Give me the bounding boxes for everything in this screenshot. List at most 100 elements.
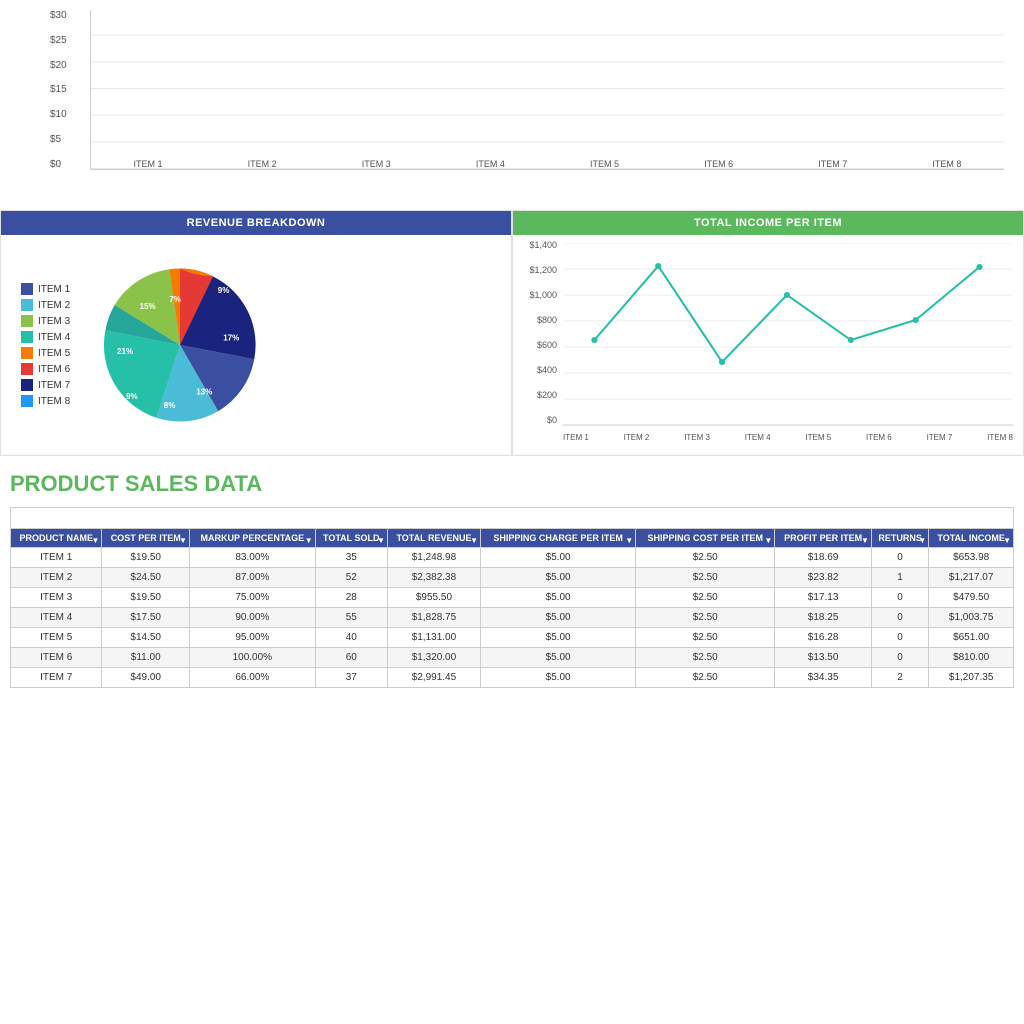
- bar-item8: ITEM 8: [890, 155, 1004, 169]
- line-dot-7: [976, 264, 982, 270]
- filter-arrow-6: ▼: [625, 536, 633, 545]
- pie-label-7: 9%: [126, 392, 138, 401]
- filter-arrow-9: ▼: [918, 536, 926, 545]
- table-cell: $18.25: [775, 608, 872, 628]
- col-total-revenue[interactable]: TOTAL REVENUE▼: [387, 529, 480, 548]
- col-total-sold[interactable]: TOTAL SOLD▼: [315, 529, 387, 548]
- table-cell: $1,248.98: [387, 548, 480, 568]
- legend-item-6: ITEM 6: [21, 363, 70, 375]
- line-dot-2: [655, 263, 661, 269]
- table-row: ITEM 2$24.5087.00%52$2,382.38$5.00$2.50$…: [11, 568, 1014, 588]
- pie-svg: 9% 17% 13% 8% 9% 21% 15% 7%: [90, 255, 270, 435]
- table-cell: 0: [871, 628, 928, 648]
- table-cell: 83.00%: [189, 548, 315, 568]
- col-total-income[interactable]: TOTAL INCOME▼: [929, 529, 1014, 548]
- legend-item-4: ITEM 4: [21, 331, 70, 343]
- table-cell: $5.00: [481, 668, 636, 688]
- legend-color-1: [21, 283, 33, 295]
- line-dot-3: [719, 359, 725, 365]
- legend-item-7: ITEM 7: [21, 379, 70, 391]
- col-shipping-charge[interactable]: SHIPPING CHARGE PER ITEM▼: [481, 529, 636, 548]
- bar-chart-section: $0 $5 $10 $15 $20 $25 $30 ITEM 1 ITEM 2 …: [0, 0, 1024, 210]
- table-cell: $653.98: [929, 548, 1014, 568]
- table-cell: $2.50: [636, 568, 775, 588]
- total-income-title: TOTAL INCOME PER ITEM: [513, 211, 1023, 235]
- table-cell: $2.50: [636, 608, 775, 628]
- bar-item1: ITEM 1: [91, 155, 205, 169]
- table-cell: 28: [315, 588, 387, 608]
- col-profit-per-item[interactable]: PROFIT PER ITEM▼: [775, 529, 872, 548]
- table-cell: ITEM 2: [11, 568, 102, 588]
- filter-arrow-8: ▼: [861, 536, 869, 545]
- table-cell: 100.00%: [189, 648, 315, 668]
- table-cell: ITEM 5: [11, 628, 102, 648]
- revenue-content: ITEM 1 ITEM 2 ITEM 3 ITEM 4 ITEM 5: [1, 235, 511, 455]
- pie-label-2: 7%: [169, 295, 181, 304]
- table-cell: $5.00: [481, 588, 636, 608]
- y-label-0: $0: [50, 159, 85, 170]
- table-cell: 40: [315, 628, 387, 648]
- table-cell: 37: [315, 668, 387, 688]
- table-cell: 0: [871, 608, 928, 628]
- table-cell: $2.50: [636, 548, 775, 568]
- col-returns[interactable]: RETURNS▼: [871, 529, 928, 548]
- y-label-30: $30: [50, 10, 85, 21]
- table-cell: ITEM 7: [11, 668, 102, 688]
- table-cell: $1,131.00: [387, 628, 480, 648]
- table-cell: 75.00%: [189, 588, 315, 608]
- filter-arrow-1: ▼: [92, 536, 100, 545]
- table-cell: 66.00%: [189, 668, 315, 688]
- table-cell: $14.50: [102, 628, 190, 648]
- legend-color-3: [21, 315, 33, 327]
- product-table: PRODUCT REVENUE PRODUCT NAME▼ COST PER I…: [10, 507, 1014, 688]
- table-cell: $479.50: [929, 588, 1014, 608]
- table-cell: 60: [315, 648, 387, 668]
- bar-item5: ITEM 5: [548, 155, 662, 169]
- pie-label-4: 17%: [223, 334, 239, 343]
- table-cell: $49.00: [102, 668, 190, 688]
- legend-item-1: ITEM 1: [21, 283, 70, 295]
- table-cell: $651.00: [929, 628, 1014, 648]
- table-cell: $24.50: [102, 568, 190, 588]
- line-x-labels: ITEM 1 ITEM 2 ITEM 3 ITEM 4 ITEM 5 ITEM …: [563, 433, 1013, 442]
- filter-arrow-7: ▼: [764, 536, 772, 545]
- legend-label-5: ITEM 5: [38, 348, 70, 359]
- pie-label-5: 13%: [196, 388, 212, 397]
- table-cell: $955.50: [387, 588, 480, 608]
- legend-label-3: ITEM 3: [38, 316, 70, 327]
- table-cell: $16.28: [775, 628, 872, 648]
- col-product-name[interactable]: PRODUCT NAME▼: [11, 529, 102, 548]
- table-row: ITEM 6$11.00100.00%60$1,320.00$5.00$2.50…: [11, 648, 1014, 668]
- table-cell: 0: [871, 588, 928, 608]
- table-cell: $23.82: [775, 568, 872, 588]
- y-label-5: $5: [50, 134, 85, 145]
- table-cell: $5.00: [481, 548, 636, 568]
- table-cell: $17.13: [775, 588, 872, 608]
- table-cell: $34.35: [775, 668, 872, 688]
- table-cell: $1,003.75: [929, 608, 1014, 628]
- table-cell: 35: [315, 548, 387, 568]
- table-cell: $1,320.00: [387, 648, 480, 668]
- filter-arrow-10: ▼: [1003, 536, 1011, 545]
- bar-item6: ITEM 6: [662, 155, 776, 169]
- col-shipping-cost[interactable]: SHIPPING COST PER ITEM▼: [636, 529, 775, 548]
- table-cell: 90.00%: [189, 608, 315, 628]
- col-markup[interactable]: MARKUP PERCENTAGE▼: [189, 529, 315, 548]
- line-chart-svg: [563, 243, 1013, 428]
- total-income-section: TOTAL INCOME PER ITEM $0 $200 $400 $600 …: [512, 210, 1024, 456]
- y-label-20: $20: [50, 60, 85, 71]
- product-sales-section: PRODUCT SALES DATA PRODUCT REVENUE PRODU…: [0, 456, 1024, 698]
- col-cost-per-item[interactable]: COST PER ITEM▼: [102, 529, 190, 548]
- legend-item-3: ITEM 3: [21, 315, 70, 327]
- bar-item7: ITEM 7: [776, 155, 890, 169]
- table-row: ITEM 3$19.5075.00%28$955.50$5.00$2.50$17…: [11, 588, 1014, 608]
- product-sales-title: PRODUCT SALES DATA: [10, 471, 1014, 497]
- y-label-15: $15: [50, 84, 85, 95]
- legend-label-6: ITEM 6: [38, 364, 70, 375]
- revenue-breakdown-section: REVENUE BREAKDOWN ITEM 1 ITEM 2 ITEM 3 I…: [0, 210, 512, 456]
- bar-item4: ITEM 4: [433, 155, 547, 169]
- legend-color-7: [21, 379, 33, 391]
- table-cell: ITEM 1: [11, 548, 102, 568]
- line-dot-4: [784, 292, 790, 298]
- legend-label-4: ITEM 4: [38, 332, 70, 343]
